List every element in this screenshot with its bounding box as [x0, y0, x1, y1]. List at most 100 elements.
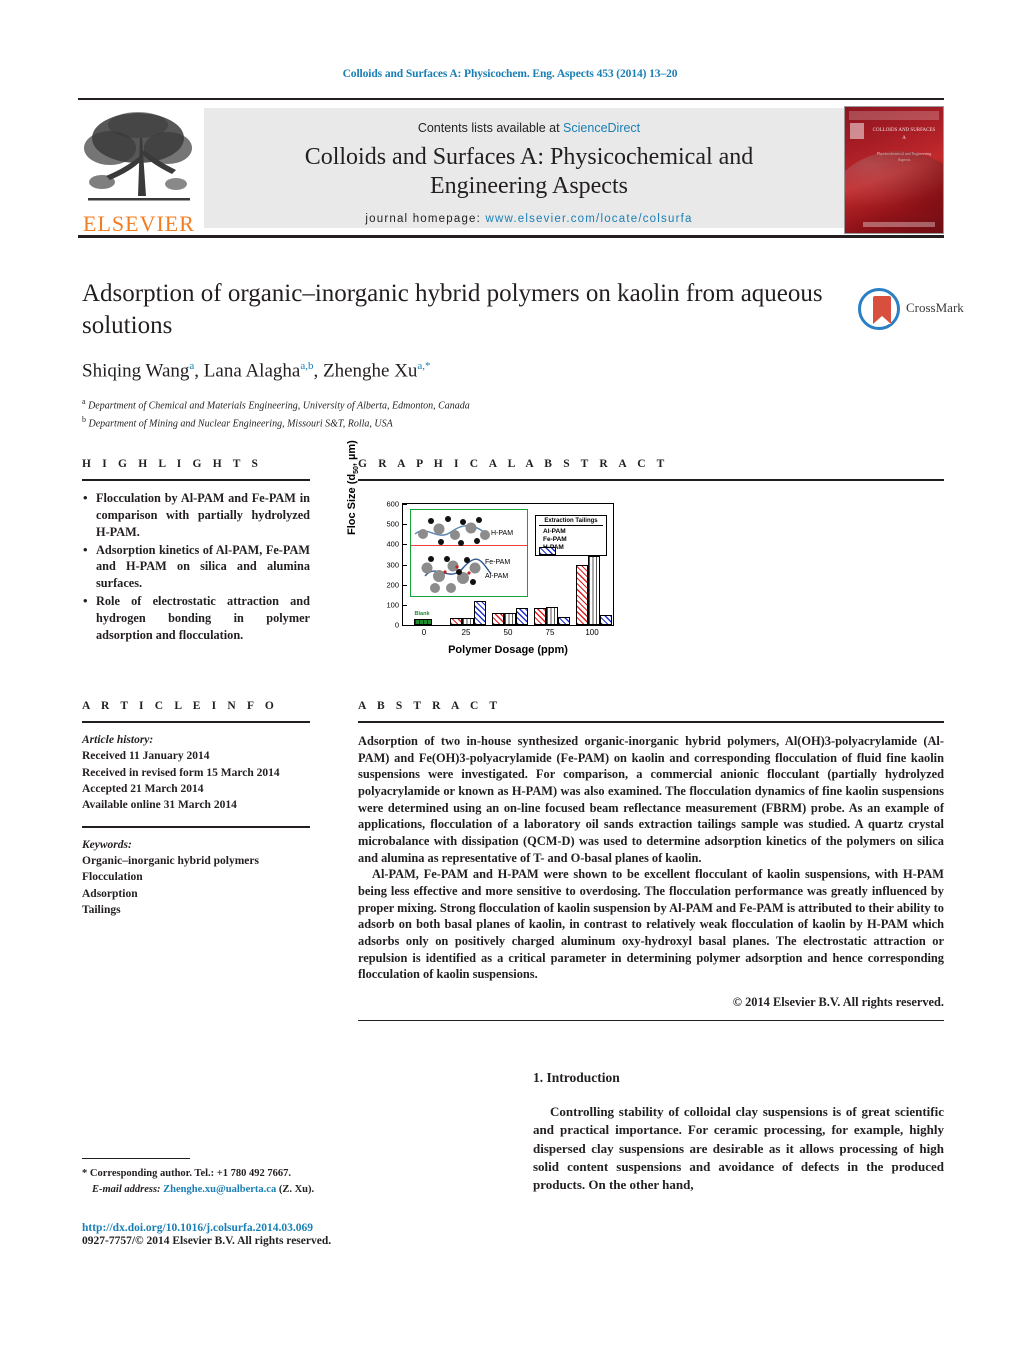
bar-alpam-50: [492, 613, 504, 625]
y-tick-600: 600: [386, 499, 399, 509]
elsevier-wordmark: ELSEVIER: [83, 211, 195, 236]
article-history-block: Article history: Received 11 January 201…: [82, 732, 310, 814]
legend-item-fepam: Fe-PAM: [539, 536, 603, 555]
abstract-rule: [358, 721, 944, 723]
bar-alpam-75: [534, 607, 546, 625]
article-info-rule: [82, 721, 310, 723]
inset-label-hpam: H-PAM: [491, 530, 514, 537]
running-head: Colloids and Surfaces A: Physicochem. En…: [342, 68, 678, 80]
email-link[interactable]: Zhenghe.xu@ualberta.ca: [163, 1184, 276, 1195]
bar-fepam-100: [588, 556, 600, 625]
keywords-rule: [82, 825, 310, 828]
graphical-abstract-heading: G R A P H I C A L A B S T R A C T: [358, 458, 669, 470]
journal-title: Colloids and Surfaces A: Physicochemical…: [204, 143, 854, 202]
corresponding-author-note: * Corresponding author. Tel.: +1 780 492…: [82, 1168, 292, 1179]
list-item: Role of electrostatic attraction and hyd…: [82, 592, 310, 644]
article-info-section: A R T I C L E I N F O Article history: R…: [82, 700, 310, 918]
keyword-item: Tailings: [82, 903, 121, 916]
abstract-bottom-rule: [358, 1020, 944, 1022]
affiliations: a Department of Chemical and Materials E…: [82, 396, 842, 432]
title-block: Adsorption of organic–inorganic hybrid p…: [82, 278, 842, 432]
email-suffix: (Z. Xu).: [278, 1183, 315, 1195]
contents-available-line: Contents lists available at ScienceDirec…: [204, 121, 854, 135]
elsevier-logo: ELSEVIER: [80, 108, 198, 236]
crossmark-notch: [873, 316, 891, 324]
bar-alpam-100: [576, 565, 588, 625]
journal-masthead: ELSEVIER Contents lists available at Sci…: [78, 98, 944, 238]
introduction-section: 1. Introduction Controlling stability of…: [533, 1070, 944, 1195]
bar-hpam-75: [557, 616, 570, 625]
highlights-section: H I G H L I G H T S Flocculation by Al-P…: [82, 458, 310, 645]
bar-fepam-75: [546, 606, 558, 625]
cover-publisher-mark: [850, 123, 864, 139]
x-tick-100: 100: [585, 628, 599, 637]
bar-hpam-50: [515, 607, 528, 625]
bar-fepam-25: [462, 617, 474, 625]
history-received: Received 11 January 2014: [82, 750, 210, 763]
floc-size-bar-chart: Floc Size (d50, µm) Polymer Dosage (ppm)…: [346, 440, 628, 658]
x-tick-0: 0: [421, 628, 427, 637]
highlights-list: Flocculation by Al-PAM and Fe-PAM in com…: [82, 489, 310, 644]
graphical-abstract-section: G R A P H I C A L A B S T R A C T Floc S…: [346, 440, 944, 658]
y-tick-0: 0: [394, 620, 399, 630]
cover-artwork: [845, 151, 943, 215]
issn-copyright-line: 0927-7757/© 2014 Elsevier B.V. All right…: [82, 1235, 332, 1247]
journal-article-page: Colloids and Surfaces A: Physicochem. En…: [0, 0, 1020, 1351]
masthead-center: Contents lists available at ScienceDirec…: [204, 108, 854, 228]
cover-title: COLLOIDS AND SURFACES A: [872, 128, 936, 141]
legend-item-hpam: H-PAM: [539, 544, 603, 555]
y-axis-label-main: Floc Size (d: [346, 473, 358, 535]
legend-label-alpam: Al-PAM: [543, 528, 566, 535]
crossmark-icon: [858, 288, 900, 330]
keyword-item: Adsorption: [82, 887, 138, 900]
homepage-url-link[interactable]: www.elsevier.com/locate/colsurfa: [485, 213, 692, 225]
cover-top-strip: [849, 111, 939, 120]
inset-label-fepam: Fe-PAM: [485, 559, 511, 566]
chart-blank-label: Blank: [414, 611, 430, 618]
doi-link[interactable]: http://dx.doi.org/10.1016/j.colsurfa.201…: [82, 1222, 482, 1234]
bar-blank-0: [413, 619, 433, 625]
affiliation-a: a Department of Chemical and Materials E…: [82, 397, 470, 412]
article-history-label: Article history:: [82, 734, 154, 746]
list-item: Adsorption kinetics of Al-PAM, Fe-PAM an…: [82, 541, 310, 593]
abstract-paragraph-2: Al-PAM, Fe-PAM and H-PAM were shown to b…: [358, 867, 944, 982]
doi-block: http://dx.doi.org/10.1016/j.colsurfa.201…: [82, 1222, 482, 1247]
crossmark-label: CrossMark: [906, 300, 964, 315]
affiliation-b-text: Department of Mining and Nuclear Enginee…: [88, 418, 393, 430]
sciencedirect-link[interactable]: ScienceDirect: [563, 121, 640, 135]
highlights-heading: H I G H L I G H T S: [82, 458, 263, 470]
history-revised: Received in revised form 15 March 2014: [82, 766, 280, 779]
keyword-item: Flocculation: [82, 871, 143, 884]
inset-particle-diagram: [414, 516, 492, 593]
graphical-abstract-figure: Floc Size (d50, µm) Polymer Dosage (ppm)…: [346, 440, 628, 658]
inset-label-alpam: Al-PAM: [485, 573, 509, 580]
journal-homepage-line: journal homepage: www.elsevier.com/locat…: [204, 213, 854, 225]
chart-plot-area: 0 100 200 300 400 500 600 0 25 50 75 100…: [386, 500, 614, 637]
legend-title: Extraction Tailings: [539, 518, 603, 526]
crossmark-badge[interactable]: CrossMark: [858, 288, 964, 332]
journal-title-line2: Engineering Aspects: [430, 173, 628, 200]
keyword-item: Organic–inorganic hybrid polymers: [82, 854, 259, 867]
abstract-section: A B S T R A C T Adsorption of two in-hou…: [358, 700, 944, 1022]
elsevier-tree-icon: [84, 112, 192, 201]
footnote-rule: [82, 1158, 190, 1159]
footnote-text: * Corresponding author. Tel.: +1 780 492…: [82, 1166, 442, 1198]
contents-prefix: Contents lists available at: [417, 121, 564, 135]
y-tick-200: 200: [386, 580, 399, 590]
bar-fepam-50: [504, 613, 516, 625]
abstract-copyright: © 2014 Elsevier B.V. All rights reserved…: [732, 995, 944, 1010]
abstract-paragraph-1: Adsorption of two in-house synthesized o…: [358, 734, 944, 865]
legend-swatch-hpam: [539, 547, 556, 555]
highlights-rule: [82, 479, 310, 481]
x-tick-75: 75: [545, 628, 555, 637]
cover-bottom-strip: [863, 222, 935, 227]
keywords-label: Keywords:: [82, 838, 132, 851]
history-accepted: Accepted 21 March 2014: [82, 782, 204, 795]
legend-item-alpam: Al-PAM: [539, 528, 603, 555]
journal-title-line1: Colloids and Surfaces A: Physicochemical…: [304, 144, 754, 170]
chart-y-axis-label: Floc Size (d50, µm): [346, 440, 360, 535]
abstract-heading: A B S T R A C T: [358, 700, 502, 712]
email-label: E-mail address:: [92, 1183, 161, 1195]
affiliation-a-text: Department of Chemical and Materials Eng…: [88, 400, 470, 412]
keywords-block: Keywords: Organic–inorganic hybrid polym…: [82, 837, 310, 919]
